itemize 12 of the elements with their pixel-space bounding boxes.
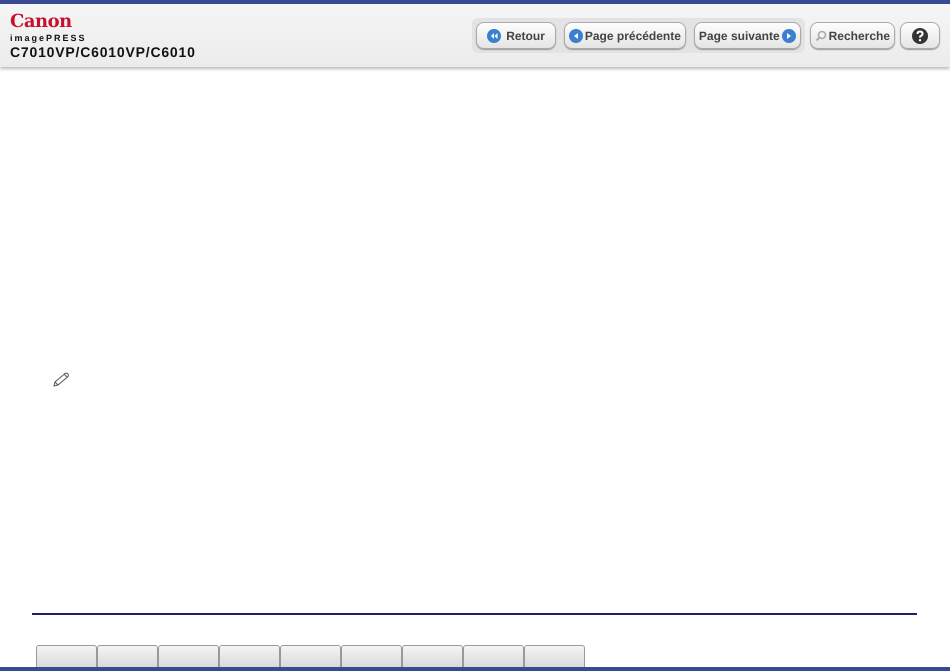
search-icon — [814, 30, 827, 42]
back-button[interactable]: Retour — [476, 22, 556, 49]
previous-page-button[interactable]: Page précédente — [564, 22, 686, 49]
rewind-icon — [486, 28, 501, 42]
next-page-button[interactable]: Page suivante — [694, 22, 801, 49]
search-button[interactable]: Recherche — [810, 22, 895, 49]
help-button[interactable] — [900, 22, 940, 49]
pencil-icon — [52, 372, 72, 388]
brand-logo: Canon — [10, 12, 73, 32]
product-line: imagePRESS — [10, 32, 88, 44]
model-name: C7010VP/C6010VP/C6010 — [10, 44, 196, 60]
help-icon — [912, 28, 928, 44]
